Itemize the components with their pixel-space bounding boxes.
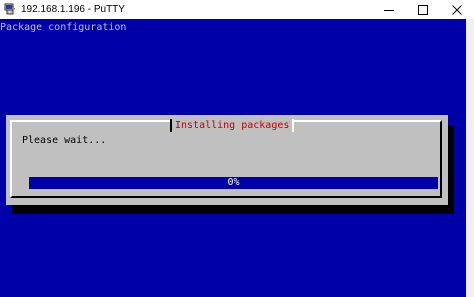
progress-bar: 0%	[29, 177, 438, 189]
putty-icon	[4, 3, 16, 15]
package-configuration-header: Package configuration	[0, 22, 127, 33]
progress-label: 0%	[227, 177, 240, 188]
minimize-button[interactable]	[372, 0, 406, 19]
close-button[interactable]	[440, 0, 474, 19]
title-bar[interactable]: 192.168.1.196 - PuTTY	[0, 0, 474, 19]
installing-packages-dialog: Installing packages Please wait... 0%	[6, 115, 448, 205]
window-title: 192.168.1.196 - PuTTY	[21, 4, 125, 15]
vertical-scrollbar[interactable]	[466, 19, 474, 297]
please-wait-message: Please wait...	[22, 135, 107, 146]
dialog-frame: Installing packages Please wait... 0%	[10, 119, 442, 198]
maximize-icon	[418, 4, 428, 15]
terminal-screen[interactable]: Package configuration Installing package…	[0, 19, 466, 297]
minimize-icon	[384, 9, 394, 11]
maximize-button[interactable]	[406, 0, 440, 19]
dialog-title: Installing packages	[170, 119, 295, 132]
putty-window: 192.168.1.196 - PuTTY Package configurat…	[0, 0, 474, 297]
close-icon	[452, 4, 462, 15]
